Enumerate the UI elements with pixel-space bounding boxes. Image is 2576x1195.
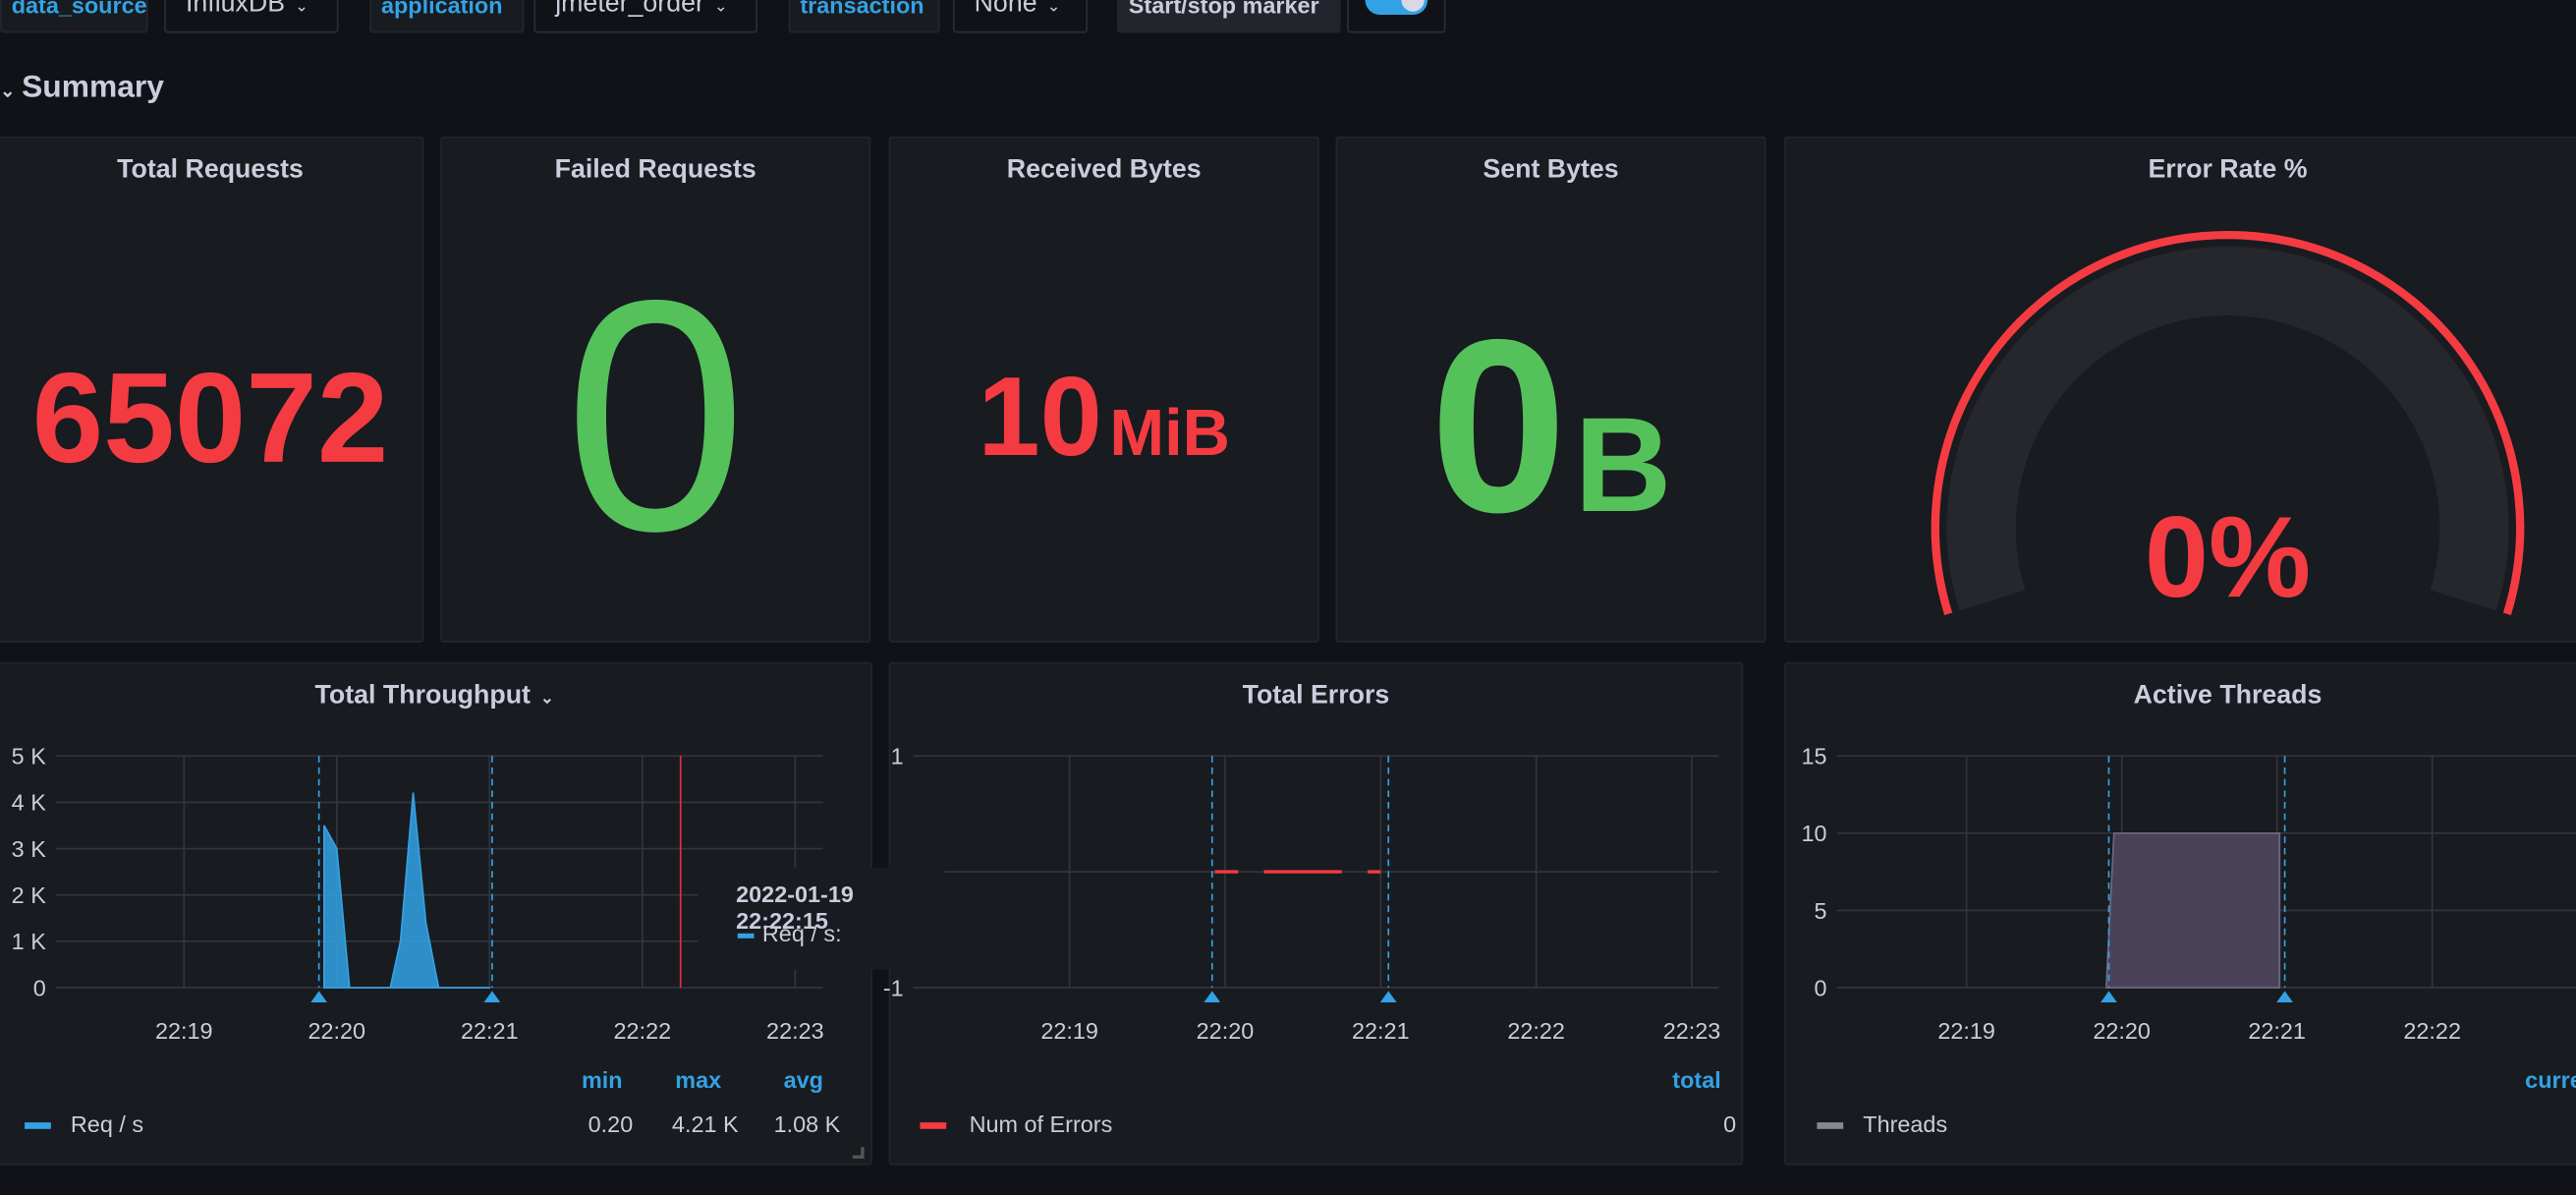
y-tick-label: 2 K (12, 882, 47, 908)
x-tick-label: 22:23 (1663, 1018, 1721, 1044)
series-area (2104, 831, 2281, 989)
y-tick-label: -1 (883, 975, 904, 1000)
tooltip: 2022-01-19 22:22:15 Req / s: (698, 867, 945, 970)
annotation-marker-icon (1379, 991, 1397, 1003)
annotation-marker-icon (2100, 991, 2117, 1003)
chart-2: 0 5 10 15 22:19 22:20 22:21 22:22 (1801, 744, 2576, 1044)
tooltip-series: Req / s: (761, 920, 842, 947)
y-tick-label: 5 (1814, 898, 1826, 924)
x-tick-label: 22:19 (1040, 1018, 1098, 1044)
y-tick-label: 1 (891, 744, 904, 769)
x-tick-label: 22:22 (614, 1018, 672, 1044)
charts-layer: 0 1 K 2 K 3 K 4 K 5 K 22:19 22:20 22:21 22:22 22:2… (12, 744, 2576, 1044)
dashboard: data_source InfluxDB ⌄ application jmeter… (0, 0, 2576, 1195)
y-tick-label: 1 K (12, 929, 47, 954)
x-tick-label: 22:19 (1937, 1018, 1995, 1044)
x-tick-label: 22:21 (2248, 1018, 2306, 1044)
y-tick-label: 3 K (12, 836, 47, 862)
y-tick-label: 5 K (12, 744, 47, 769)
y-tick-label: 0 (33, 975, 46, 1000)
x-tick-label: 22:19 (155, 1018, 213, 1044)
annotation-marker-icon (1204, 991, 1221, 1003)
y-tick-label: 0 (1814, 975, 1826, 1000)
x-tick-label: 22:20 (308, 1018, 366, 1044)
x-tick-label: 22:22 (1507, 1018, 1565, 1044)
series-area (323, 792, 491, 989)
x-tick-label: 22:21 (1352, 1018, 1410, 1044)
x-tick-label: 22:20 (1197, 1018, 1255, 1044)
annotation-marker-icon (2276, 991, 2293, 1003)
annotation-marker-icon (483, 991, 501, 1003)
x-tick-label: 22:22 (2403, 1018, 2461, 1044)
y-tick-label: 15 (1801, 744, 1826, 769)
annotation-marker-icon (310, 991, 328, 1003)
chart-1: -1 1 22:19 22:20 22:21 22:22 22:23 (883, 744, 1720, 1044)
x-tick-label: 22:20 (2093, 1018, 2151, 1044)
y-tick-label: 10 (1801, 821, 1826, 846)
x-tick-label: 22:23 (766, 1018, 824, 1044)
y-tick-label: 4 K (12, 790, 47, 816)
x-tick-label: 22:21 (461, 1018, 519, 1044)
tooltip-swatch (737, 933, 755, 939)
